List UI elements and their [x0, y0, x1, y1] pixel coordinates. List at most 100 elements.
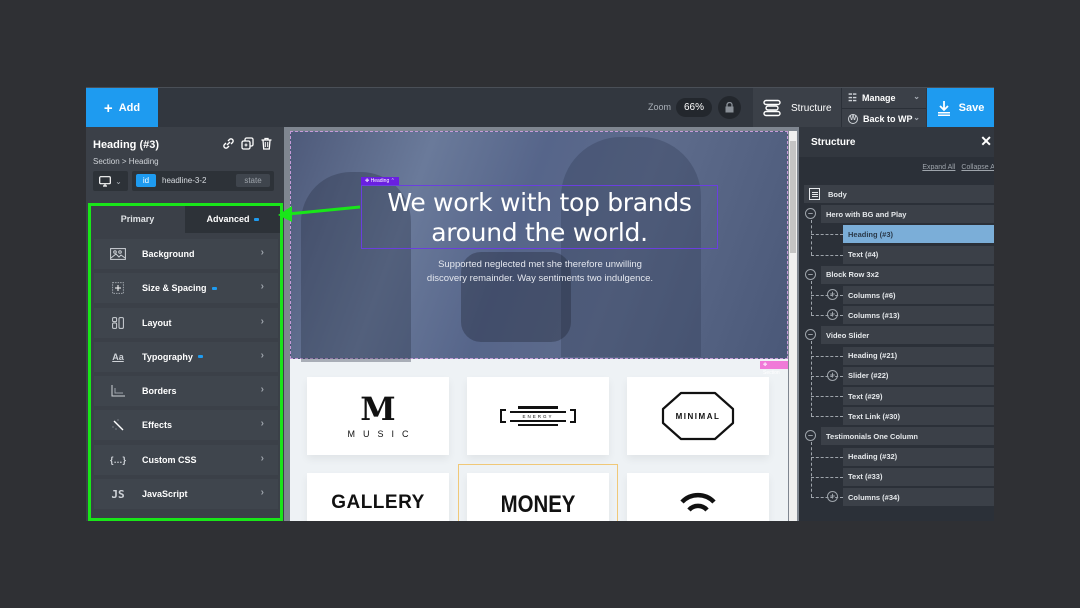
tree-node-label: Heading (#32) — [848, 452, 898, 462]
tree-connector — [811, 442, 812, 497]
energy-bars: ENERGY — [510, 406, 566, 426]
tree-node[interactable]: Hero with BG and Play — [821, 205, 994, 224]
tree-node-label: Testimonials One Column — [826, 431, 918, 441]
save-label: Save — [958, 102, 985, 114]
tree-connector — [811, 476, 843, 478]
tree-node[interactable]: Testimonials One Column — [821, 427, 994, 446]
tree-connector — [811, 254, 843, 256]
document-icon — [809, 188, 820, 200]
duplicate-icon[interactable] — [241, 137, 254, 150]
id-value[interactable]: headline-3-2 — [162, 176, 206, 185]
id-tag: id — [136, 174, 156, 187]
music-mark: M — [360, 390, 396, 428]
logo-money[interactable]: MONEY — [467, 473, 609, 521]
bracket-right — [570, 409, 576, 423]
tree-connector — [811, 280, 812, 316]
energy-mark: ENERGY — [500, 406, 576, 426]
manage-label: Manage — [861, 93, 896, 103]
collapse-all-link[interactable]: Collapse All — [961, 164, 994, 171]
tree-node[interactable]: Heading (#32) — [843, 447, 994, 466]
tree-node[interactable]: Text Link (#30) — [843, 407, 994, 426]
tree-connector — [811, 456, 843, 458]
tree-node-label: Heading (#21) — [848, 351, 898, 361]
logo-energy[interactable]: ENERGY — [467, 377, 609, 455]
manage-dropdown[interactable]: ☷ Manage ⌄ — [842, 88, 926, 108]
expand-all-link[interactable]: Expand All — [922, 164, 955, 171]
tree-connector — [811, 497, 843, 498]
tree-node-label: Block Row 3x2 — [826, 270, 879, 280]
gallery-text: GALLERY — [331, 492, 425, 513]
logo-gallery[interactable]: GALLERY — [307, 473, 449, 521]
tree-connector — [811, 341, 812, 417]
hero-text[interactable]: Supported neglected met she therefore un… — [425, 258, 655, 286]
bar — [518, 406, 558, 409]
canvas-scrollbar[interactable] — [789, 131, 797, 521]
page-preview: ✥ Heading ⌃ We work with top brands arou… — [290, 131, 788, 521]
tree-node-label: Body — [828, 189, 847, 199]
tree-node[interactable]: Columns (#13) — [843, 306, 994, 325]
tree-node[interactable]: Video Slider — [821, 326, 994, 345]
structure-icon — [763, 99, 781, 117]
tree-connector — [811, 396, 843, 397]
link-icon[interactable] — [222, 137, 235, 150]
back-to-wp-dropdown[interactable]: W Back to WP ⌄ — [842, 108, 926, 128]
zoom-label: Zoom — [648, 102, 672, 112]
tree-connector — [811, 220, 812, 255]
highlight-annotation-box — [88, 203, 283, 521]
section-element-tag[interactable]: ✥ Section — [760, 361, 788, 376]
logo-music[interactable]: M MUSIC — [307, 377, 449, 455]
trash-icon[interactable] — [260, 137, 273, 150]
logo-minimal[interactable]: MINIMAL — [627, 377, 769, 455]
tree-node[interactable]: Text (#33) — [843, 467, 994, 486]
tree-node-label: Text (#33) — [848, 472, 883, 482]
close-icon[interactable]: ✕ — [980, 133, 992, 150]
structure-header: Structure ✕ — [799, 127, 994, 157]
tree-node[interactable]: Heading (#21) — [843, 346, 994, 365]
tree-connector — [811, 295, 843, 296]
bar — [518, 423, 558, 426]
tree-node[interactable]: Body — [804, 185, 994, 203]
tree-node[interactable]: Columns (#6) — [843, 286, 994, 304]
tree-connector — [811, 355, 843, 357]
state-button[interactable]: state — [236, 174, 270, 187]
plus-icon: + — [103, 99, 113, 117]
hero-heading[interactable]: We work with top brands around the world… — [361, 188, 718, 248]
save-button[interactable]: Save — [927, 88, 994, 128]
tree-node-label: Text (#4) — [848, 250, 879, 260]
sliders-icon: ☷ — [848, 92, 857, 104]
id-field[interactable]: id headline-3-2 state — [132, 171, 274, 191]
lock-button[interactable] — [718, 96, 741, 119]
money-text: MONEY — [500, 491, 576, 518]
chevron-down-icon: ⌄ — [115, 176, 122, 186]
logo-wifi[interactable] — [627, 473, 769, 521]
breadcrumb[interactable]: Section > Heading — [93, 157, 159, 166]
heading-tag-label: Heading — [370, 178, 390, 184]
wordpress-icon: W — [848, 113, 858, 124]
add-button[interactable]: + Add — [86, 88, 158, 128]
hero-section[interactable]: ✥ Heading ⌃ We work with top brands arou… — [290, 131, 788, 362]
structure-button[interactable]: Structure — [753, 88, 841, 128]
zoom-level[interactable]: 66% — [676, 98, 712, 117]
element-actions — [222, 137, 273, 150]
element-title: Heading (#3) — [93, 139, 160, 151]
tree-controls: Expand All Collapse All — [922, 164, 994, 171]
tree-node-selected[interactable]: Heading (#3) — [843, 225, 994, 244]
tree-node[interactable]: Text (#4) — [843, 245, 994, 264]
tree-node[interactable]: Columns (#34) — [843, 488, 994, 506]
collapse-toggle-icon[interactable]: – — [805, 329, 816, 341]
tree-node[interactable]: Text (#29) — [843, 387, 994, 405]
tree-node[interactable]: Slider (#22) — [843, 366, 994, 385]
collapse-toggle-icon[interactable]: – — [805, 430, 816, 442]
collapse-toggle-icon[interactable]: – — [805, 268, 816, 280]
download-icon — [937, 101, 950, 116]
desktop-icon — [99, 175, 112, 187]
scrollbar-thumb[interactable] — [790, 141, 796, 253]
editor-canvas: ✥ Heading ⌃ We work with top brands arou… — [284, 127, 799, 521]
tree-node-label: Columns (#6) — [848, 290, 896, 300]
tree-connector — [811, 375, 843, 377]
device-selector[interactable]: ⌄ — [93, 171, 128, 191]
bracket-left — [500, 409, 506, 423]
collapse-toggle-icon[interactable]: – — [805, 208, 816, 220]
top-toolbar: + Add Zoom 66% Structure ☷ Manage ⌄ W Ba… — [86, 87, 994, 128]
tree-node[interactable]: Block Row 3x2 — [821, 265, 994, 284]
